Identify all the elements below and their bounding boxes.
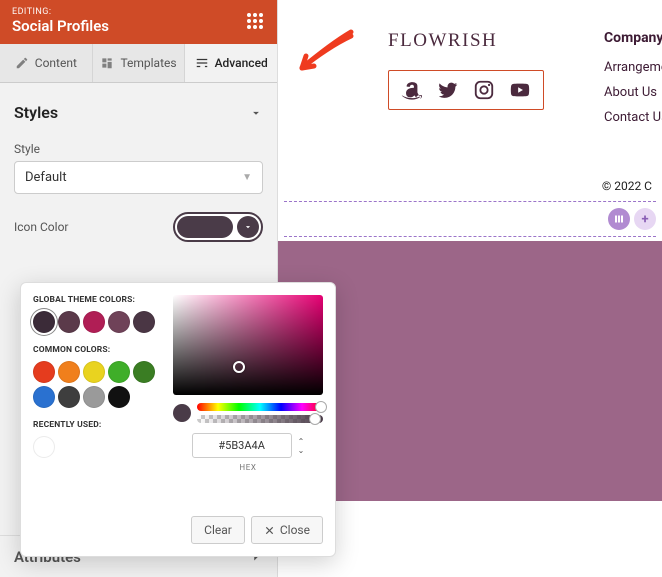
common-colors-title: COMMON COLORS: (33, 345, 173, 355)
footer-link[interactable]: Contact Us (604, 110, 662, 125)
tab-templates[interactable]: Templates (93, 44, 186, 82)
styles-section: Styles Style Default ▼ Icon Color (0, 83, 277, 246)
styles-accordion-toggle[interactable]: Styles (14, 97, 263, 136)
saturation-lightness-field[interactable] (173, 295, 323, 395)
company-heading: Company (604, 30, 662, 46)
color-swatch[interactable] (133, 311, 155, 333)
recent-colors-title: RECENTLY USED: (33, 420, 173, 430)
color-swatch[interactable] (83, 311, 105, 333)
color-swatch[interactable] (33, 311, 55, 333)
clear-button[interactable]: Clear (191, 516, 245, 544)
style-value: Default (25, 170, 67, 185)
section-title: Styles (14, 103, 58, 122)
global-swatches (33, 311, 173, 333)
brand-logo-text: FLOWRISH (388, 30, 544, 52)
color-swatch[interactable] (58, 361, 80, 383)
instagram-icon[interactable] (473, 79, 495, 101)
alpha-slider[interactable] (197, 415, 323, 423)
slider-thumb[interactable] (315, 401, 327, 413)
color-swatch[interactable] (108, 311, 130, 333)
close-icon (264, 525, 275, 536)
tab-label: Content (35, 56, 77, 70)
footer-links: Arrangements About Us Contact Us (604, 60, 662, 125)
editing-label: EDITING: (12, 7, 109, 17)
social-profiles-block[interactable] (388, 70, 544, 110)
style-field-label: Style (14, 142, 263, 156)
pencil-icon (15, 56, 29, 70)
color-swatch[interactable] (108, 386, 130, 408)
color-swatch[interactable] (58, 386, 80, 408)
icon-color-button[interactable] (173, 212, 263, 242)
sidebar-header: EDITING: Social Profiles (0, 0, 277, 44)
close-button[interactable]: Close (251, 516, 323, 544)
current-color-swatch (173, 404, 191, 422)
footer-section: FLOWRISH Company Arrangements About Us C… (278, 0, 662, 175)
hex-input[interactable] (192, 433, 292, 458)
color-swatch[interactable] (58, 311, 80, 333)
footer-link[interactable]: Arrangements (604, 60, 662, 75)
global-colors-title: GLOBAL THEME COLORS: (33, 295, 173, 305)
hex-label: HEX (173, 463, 323, 472)
color-swatch (177, 216, 233, 238)
tab-content[interactable]: Content (0, 44, 93, 82)
copyright-text: © 2022 C (278, 175, 662, 201)
footer-link[interactable]: About Us (604, 85, 662, 100)
amazon-icon[interactable] (401, 79, 423, 101)
hue-slider[interactable] (197, 403, 323, 411)
twitter-icon[interactable] (437, 79, 459, 101)
color-picker-popover: GLOBAL THEME COLORS: COMMON COLORS: RECE… (20, 282, 336, 557)
builder-drop-zone[interactable]: + (284, 201, 656, 237)
block-title: Social Profiles (12, 17, 109, 35)
icon-color-label: Icon Color (14, 220, 68, 234)
format-stepper[interactable]: ⌃⌄ (298, 437, 305, 455)
tab-bar: Content Templates Advanced (0, 44, 277, 83)
chevron-down-icon (243, 222, 253, 232)
templates-icon (100, 56, 114, 70)
sliders-icon (195, 56, 209, 70)
color-dropdown-toggle[interactable] (237, 216, 259, 238)
columns-toggle-icon[interactable] (608, 208, 630, 230)
picker-cursor[interactable] (233, 361, 245, 373)
color-swatch[interactable] (33, 361, 55, 383)
style-select[interactable]: Default ▼ (14, 161, 263, 194)
tab-advanced[interactable]: Advanced (185, 44, 277, 82)
recent-swatches (33, 436, 173, 458)
youtube-icon[interactable] (509, 79, 531, 101)
tab-label: Advanced (215, 56, 268, 70)
chevron-down-icon (249, 106, 263, 120)
color-swatch[interactable] (33, 436, 55, 458)
tab-label: Templates (120, 56, 176, 70)
slider-thumb[interactable] (309, 413, 321, 425)
chevron-down-icon: ▼ (242, 172, 252, 183)
color-swatch[interactable] (83, 361, 105, 383)
color-swatch[interactable] (133, 361, 155, 383)
color-swatch[interactable] (83, 386, 105, 408)
color-swatch[interactable] (33, 386, 55, 408)
add-block-button[interactable]: + (634, 208, 656, 230)
common-swatches (33, 361, 173, 408)
color-swatch[interactable] (108, 361, 130, 383)
drag-handle-icon[interactable] (245, 11, 265, 31)
